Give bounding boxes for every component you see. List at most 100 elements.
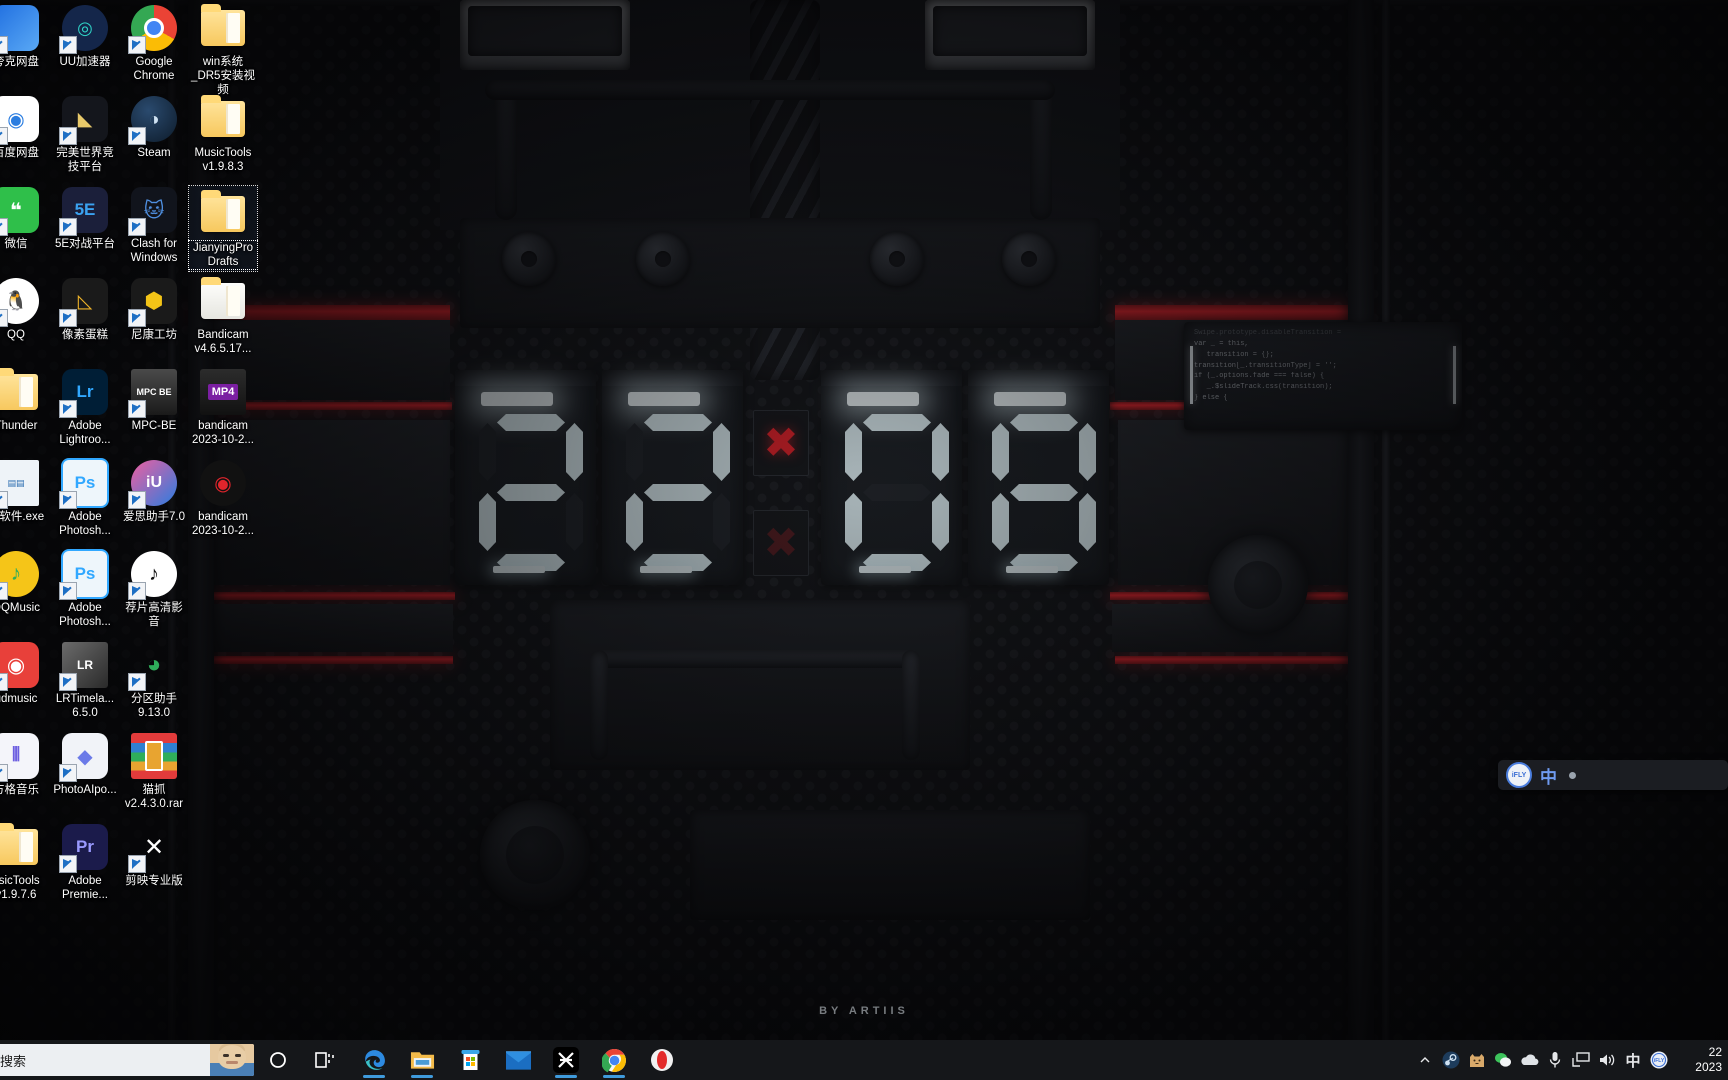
desktop-icon[interactable]: ◺ 像素蛋糕 (51, 277, 119, 342)
taskbar[interactable]: 搜索 中 iFLY 22 2023 (0, 1040, 1728, 1080)
taskbar-clock[interactable]: 22 2023 (1672, 1045, 1724, 1075)
desktop-icon-image: ◆ (59, 732, 109, 782)
desktop-icon[interactable]: iU 爱思助手7.0 (120, 459, 188, 524)
desktop-icon-image (199, 190, 247, 238)
shortcut-arrow-icon (0, 764, 8, 782)
desktop-icon-label: udmusic (0, 693, 38, 705)
desktop-icon[interactable]: ◑ Steam (120, 95, 188, 160)
desktop-icon-label: 5E对战平台 (54, 238, 116, 250)
desktop-icon[interactable]: 🐱 Clash for Windows (120, 186, 188, 265)
desktop-icon[interactable]: ❝ 微信 (0, 186, 50, 251)
desktop-icon[interactable]: Ps Adobe Photosh... (51, 549, 119, 629)
desktop-icon[interactable]: ◕ 分区助手 9.13.0 (120, 641, 188, 720)
desktop-icon[interactable]: win系统_DR5安装视频 (189, 4, 257, 97)
desktop-icon[interactable]: ⬢ 尼康工坊 (120, 277, 188, 342)
taskbar-button-edge[interactable] (350, 1040, 398, 1080)
desktop-icon-image: ◺ (59, 277, 109, 327)
desktop-icon-label: UU加速器 (59, 56, 111, 68)
taskbar-button-file-explorer[interactable] (398, 1040, 446, 1080)
taskbar-active-indicator (363, 1075, 385, 1078)
shortcut-arrow-icon (128, 673, 146, 691)
desktop-icon[interactable]: Ps Adobe Photosh... (51, 458, 119, 538)
desktop-icon[interactable]: ♪ QQMusic (0, 550, 50, 615)
desktop-icon-label: Adobe Photosh... (59, 602, 111, 628)
bandicam-icon: ◉ (200, 460, 246, 506)
file-explorer-icon (409, 1047, 435, 1073)
desktop-icon[interactable]: ◎ UU加速器 (51, 4, 119, 69)
desktop-icon-image: ✕ (128, 823, 178, 873)
desktop-icon-label: 尼康工坊 (131, 329, 177, 341)
desktop-icon[interactable]: JianyingPro Drafts (188, 185, 258, 272)
desktop-icon[interactable]: Bandicam v4.6.5.17... (189, 277, 257, 356)
desktop-icon-label: LRTimela... 6.5.0 (55, 693, 115, 719)
shortcut-arrow-icon (59, 582, 77, 600)
steam-tray-icon[interactable] (1438, 1040, 1464, 1080)
onedrive-tray-icon[interactable] (1516, 1040, 1542, 1080)
desktop-icon[interactable]: ◉ bandicam 2023-10-2... (189, 459, 257, 538)
desktop-icon-image: Ps (59, 458, 109, 509)
desktop-icon[interactable]: MP4 bandicam 2023-10-2... (189, 368, 257, 447)
desktop-icon[interactable]: 夸克网盘 (0, 4, 50, 69)
system-tray[interactable]: 中 iFLY 22 2023 (1412, 1040, 1728, 1080)
taskbar-search-box[interactable]: 搜索 (0, 1044, 254, 1076)
desktop-icon-image (128, 4, 178, 54)
desktop-icon[interactable]: usicTools v1.9.7.6 (0, 823, 50, 902)
desktop-icon[interactable]: 猫抓 v2.4.3.0.rar (120, 732, 188, 811)
desktop-icon-image: 🐱 (128, 186, 178, 236)
ime-floating-bar[interactable]: iFLY 中 (1498, 760, 1728, 790)
taskbar-button-microsoft-store[interactable] (446, 1040, 494, 1080)
chrome-icon (601, 1047, 627, 1073)
desktop-icon-image: ◎ (59, 4, 109, 54)
desktop-icon[interactable]: MusicTools v1.9.8.3 (189, 95, 257, 174)
ime-language-icon[interactable]: 中 (1620, 1040, 1646, 1080)
iflytek-tray-icon[interactable]: iFLY (1646, 1040, 1672, 1080)
network-tray-icon[interactable] (1568, 1040, 1594, 1080)
desktop-icon-label: bandicam 2023-10-2... (191, 511, 254, 537)
desktop-icon-grid[interactable]: 夸克网盘 ◎ UU加速器 Google Chrome win系统_DR5安装视频 ◉ 百度网… (0, 0, 1728, 1040)
desktop-icon[interactable]: ♪ 荐片高清影音 (120, 550, 188, 629)
taskbar-button-cortana[interactable] (254, 1040, 302, 1080)
taskbar-button-jianying[interactable] (542, 1040, 590, 1080)
taskbar-button-mail[interactable] (494, 1040, 542, 1080)
shortcut-arrow-icon (59, 491, 77, 509)
desktop-icon[interactable]: 🐧 QQ (0, 277, 50, 342)
desktop-icon[interactable]: LR LRTimela... 6.5.0 (51, 641, 119, 720)
shortcut-arrow-icon (0, 309, 8, 327)
wechat-tray-icon[interactable] (1490, 1040, 1516, 1080)
microphone-tray-icon[interactable] (1542, 1040, 1568, 1080)
desktop-icon[interactable]: ◉ udmusic (0, 641, 50, 706)
video-file-icon: MP4 (200, 369, 246, 415)
desktop-icon[interactable]: ✕ 剪映专业版 (120, 823, 188, 888)
shortcut-arrow-icon (0, 582, 8, 600)
desktop-icon[interactable]: MPC BE MPC-BE (120, 368, 188, 433)
desktop-icon[interactable]: ◉ 百度网盘 (0, 95, 50, 160)
taskbar-button-opera-gx[interactable] (638, 1040, 686, 1080)
desktop-icon-image: LR (59, 641, 109, 691)
desktop-icon[interactable]: Pr Adobe Premie... (51, 823, 119, 902)
desktop-icon[interactable]: Google Chrome (120, 4, 188, 83)
ime-mode-toggle[interactable]: 中 (1540, 763, 1557, 788)
clock-date: 2023 (1695, 1060, 1722, 1074)
desktop-icon[interactable]: ◣ 完美世界竞技平台 (51, 95, 119, 174)
desktop-icon[interactable]: ◆ PhotoAIpo... (51, 732, 119, 797)
taskbar-button-task-view[interactable] (302, 1040, 350, 1080)
volume-tray-icon[interactable] (1594, 1040, 1620, 1080)
desktop-icon-image: Pr (59, 823, 109, 873)
desktop-icon-label: 完美世界竞技平台 (56, 147, 114, 173)
taskbar-button-chrome[interactable] (590, 1040, 638, 1080)
desktop-icon[interactable]: ▤▤ 图软件.exe (0, 459, 50, 524)
desktop-icon-image: ◉ (0, 641, 40, 691)
desktop-icon[interactable]: 5E 5E对战平台 (51, 186, 119, 251)
svg-text:iFLY: iFLY (1654, 1058, 1665, 1064)
shortcut-arrow-icon (59, 36, 77, 54)
ime-menu-icon[interactable] (1569, 771, 1576, 779)
show-hidden-icons-icon[interactable] (1412, 1040, 1438, 1080)
shortcut-arrow-icon (59, 855, 77, 873)
desktop-icon[interactable]: Thunder (0, 368, 50, 433)
task-view-icon (313, 1047, 339, 1073)
desktop-icon[interactable]: Lr Adobe Lightroo... (51, 368, 119, 447)
cat-capture-tray-icon[interactable] (1464, 1040, 1490, 1080)
desktop-icon-label: usicTools v1.9.7.6 (0, 875, 40, 901)
open-folder-icon (201, 277, 245, 319)
desktop-icon[interactable]: ⦀ 方格音乐 (0, 732, 50, 797)
